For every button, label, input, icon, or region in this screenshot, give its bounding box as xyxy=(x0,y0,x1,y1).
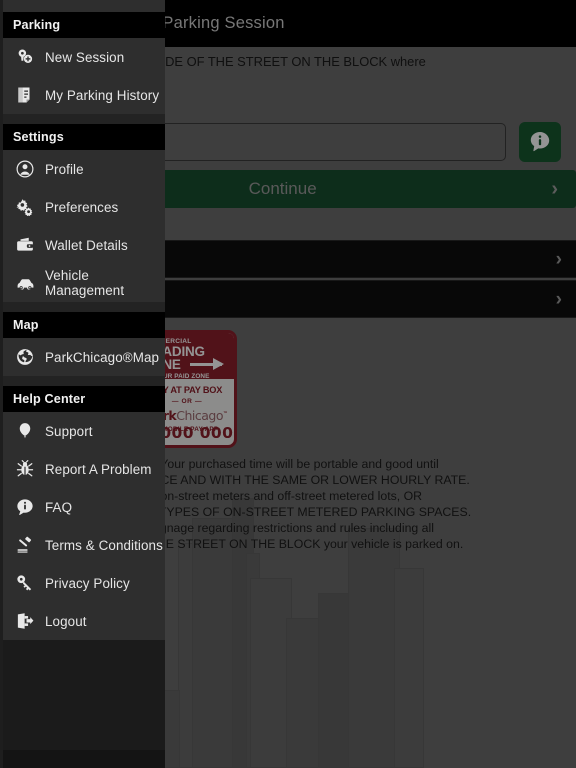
app-root: New Parking Session ber located on the S… xyxy=(0,0,576,768)
history-document-icon xyxy=(11,84,39,106)
drawer-divider xyxy=(3,114,165,124)
drawer-group-help-center: Support Report A Problem FAQ Terms & Con… xyxy=(3,412,165,640)
sidebar-item-profile[interactable]: Profile xyxy=(3,150,165,188)
drawer-divider xyxy=(3,376,165,386)
user-circle-icon xyxy=(11,158,39,180)
sidebar-item-terms-conditions[interactable]: Terms & Conditions xyxy=(3,526,165,564)
info-circle-icon xyxy=(11,496,39,518)
sidebar-item-label: Terms & Conditions xyxy=(45,537,163,553)
sidebar-item-report-a-problem[interactable]: Report A Problem xyxy=(3,450,165,488)
drawer-section-header-parking: Parking xyxy=(3,12,165,38)
sidebar-item-label: Support xyxy=(45,423,93,439)
gavel-icon xyxy=(11,534,39,556)
sidebar-item-label: New Session xyxy=(45,49,125,65)
sidebar-item-support[interactable]: Support xyxy=(3,412,165,450)
sidebar-item-label: Report A Problem xyxy=(45,461,152,477)
sidebar-item-label: FAQ xyxy=(45,499,73,515)
gears-icon xyxy=(11,196,39,218)
drawer-section-header-settings: Settings xyxy=(3,124,165,150)
sidebar-item-label: Preferences xyxy=(45,199,119,215)
sidebar-item-label: Profile xyxy=(45,161,84,177)
sidebar-item-label: My Parking History xyxy=(45,87,160,103)
drawer-status-spacer xyxy=(3,0,165,12)
car-icon xyxy=(11,272,39,294)
drawer-divider xyxy=(3,302,165,312)
parking-meter-add-icon xyxy=(11,46,39,68)
drawer-section-header-help-center: Help Center xyxy=(3,386,165,412)
sidebar-item-wallet-details[interactable]: Wallet Details xyxy=(3,226,165,264)
sidebar-item-vehicle-management[interactable]: Vehicle Management xyxy=(3,264,165,302)
drawer-group-map: ParkChicago®Map xyxy=(3,338,165,376)
sidebar-item-label: Logout xyxy=(45,613,87,629)
sidebar-item-label: Privacy Policy xyxy=(45,575,130,591)
sidebar-item-parkchicago-map[interactable]: ParkChicago®Map xyxy=(3,338,165,376)
drawer-group-parking: New Session My Parking History xyxy=(3,38,165,114)
key-icon xyxy=(11,572,39,594)
sidebar-item-label: Wallet Details xyxy=(45,237,128,253)
bug-icon xyxy=(11,458,39,480)
drawer-menu: Parking New Session My Parking History S… xyxy=(3,12,165,750)
logout-icon xyxy=(11,610,39,632)
balloon-icon xyxy=(11,420,39,442)
navigation-drawer: Parking New Session My Parking History S… xyxy=(0,0,165,768)
sidebar-item-privacy-policy[interactable]: Privacy Policy xyxy=(3,564,165,602)
sidebar-item-label: ParkChicago®Map xyxy=(45,349,160,365)
sidebar-item-new-session[interactable]: New Session xyxy=(3,38,165,76)
sidebar-item-my-parking-history[interactable]: My Parking History xyxy=(3,76,165,114)
sidebar-item-preferences[interactable]: Preferences xyxy=(3,188,165,226)
drawer-empty-space xyxy=(3,640,165,750)
sidebar-item-logout[interactable]: Logout xyxy=(3,602,165,640)
drawer-group-settings: Profile Preferences Wallet Details Vehic… xyxy=(3,150,165,302)
sidebar-item-faq[interactable]: FAQ xyxy=(3,488,165,526)
wallet-icon xyxy=(11,234,39,256)
sidebar-item-label: Vehicle Management xyxy=(45,268,125,298)
globe-icon xyxy=(11,346,39,368)
drawer-section-header-map: Map xyxy=(3,312,165,338)
